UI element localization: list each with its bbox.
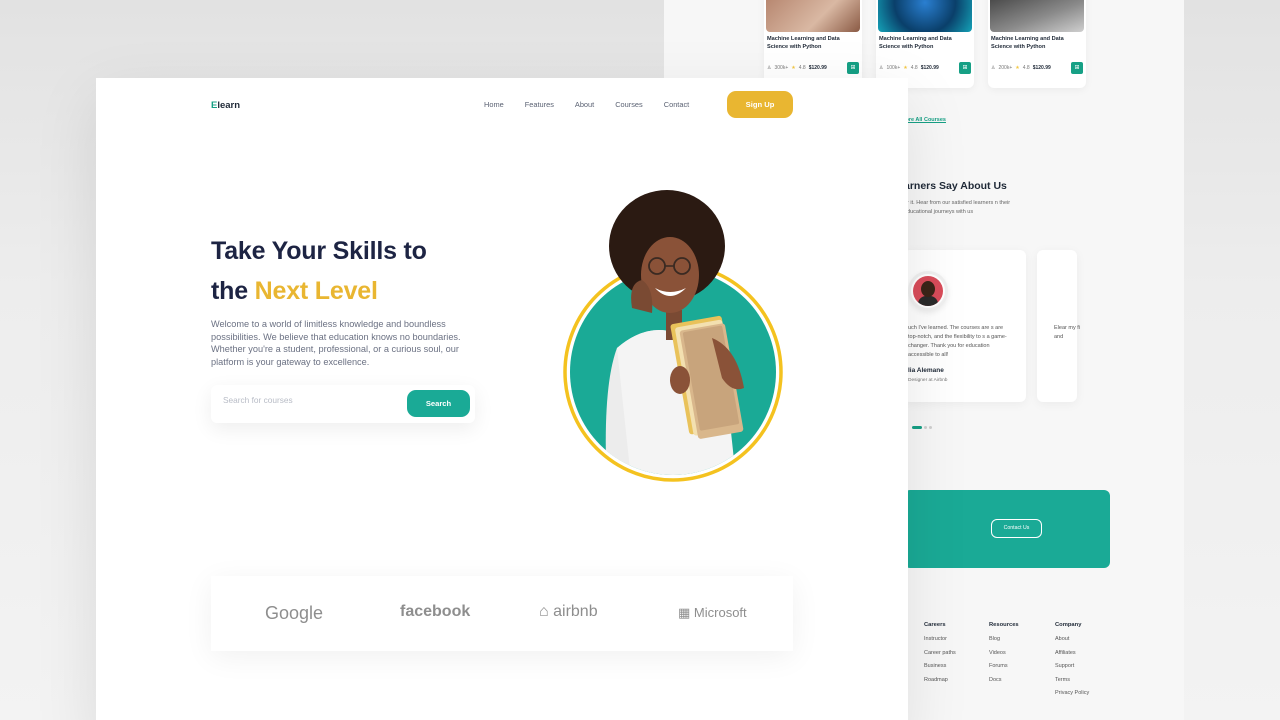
carousel-dot[interactable]	[912, 426, 922, 429]
course-students: 200k+	[998, 65, 1013, 71]
course-price: $120.99	[920, 65, 939, 71]
course-card[interactable]: Machine Learning and Data Science with P…	[876, 0, 974, 88]
course-students: 100k+	[886, 65, 901, 71]
cart-icon[interactable]: ⊞	[1071, 62, 1083, 74]
contact-us-button[interactable]: Contact Us	[991, 519, 1042, 538]
footer-column-company: Company About Affiliates Support Terms P…	[1055, 622, 1089, 704]
google-logo: Google	[265, 603, 324, 623]
star-icon: ★	[791, 65, 796, 71]
footer-column-careers: Careers Instructor Career paths Business…	[924, 622, 956, 690]
footer-heading: Careers	[924, 622, 946, 628]
airbnb-icon: ⌂	[539, 603, 549, 620]
carousel-dots[interactable]	[912, 426, 932, 429]
reviews-title: arners Say About Us	[904, 180, 1007, 192]
footer-link[interactable]: Instructor	[924, 636, 956, 642]
explore-all-courses-link[interactable]: lore All Courses	[904, 117, 946, 123]
reviews-subtitle: or it. Hear from our satisfied learners …	[904, 200, 1011, 215]
course-title: Machine Learning and Data Science with P…	[991, 36, 1064, 50]
airbnb-wordmark: airbnb	[553, 603, 598, 620]
course-students: 300k+	[774, 65, 789, 71]
user-icon: ♙	[991, 65, 996, 71]
course-rating: 4.8	[1022, 65, 1030, 71]
footer-link[interactable]: Business	[924, 663, 956, 669]
course-rating: 4.8	[798, 65, 806, 71]
course-thumbnail	[878, 0, 972, 32]
hero-title-plain: the	[211, 277, 255, 305]
course-rating: 4.8	[910, 65, 918, 71]
footer-column-resources: Resources Blog Videos Forums Docs	[989, 622, 1019, 690]
footer-link[interactable]: Blog	[989, 636, 1019, 642]
hero-title-highlight: Next Level	[254, 277, 378, 305]
carousel-dot[interactable]	[929, 426, 932, 429]
search-bar: Search	[211, 385, 475, 423]
course-card[interactable]: Machine Learning and Data Science with P…	[764, 0, 862, 88]
nav-contact[interactable]: Contact	[664, 100, 689, 109]
footer-link[interactable]: About	[1055, 636, 1089, 642]
search-input[interactable]	[223, 395, 393, 405]
star-icon: ★	[903, 65, 908, 71]
user-icon: ♙	[879, 65, 884, 71]
footer-link[interactable]: Career paths	[924, 650, 956, 656]
sign-up-button[interactable]: Sign Up	[727, 91, 793, 118]
landing-page: Elearn Home Features About Courses Conta…	[96, 78, 908, 720]
course-thumbnail	[990, 0, 1084, 32]
course-card[interactable]: Machine Learning and Data Science with P…	[988, 0, 1086, 88]
course-price: $120.99	[1032, 65, 1051, 71]
footer-link[interactable]: Videos	[989, 650, 1019, 656]
cart-icon[interactable]: ⊞	[959, 62, 971, 74]
review-text: Elear my fi and	[1054, 325, 1080, 340]
reviewer-role: Designer at Airbnb	[908, 378, 948, 383]
course-title: Machine Learning and Data Science with P…	[767, 36, 840, 50]
search-button[interactable]: Search	[407, 390, 470, 417]
nav-about[interactable]: About	[575, 100, 594, 109]
microsoft-wordmark: Microsoft	[693, 605, 747, 620]
airbnb-logo: ⌂ airbnb	[539, 603, 598, 621]
footer-heading: Company	[1055, 622, 1082, 628]
footer-link[interactable]: Terms	[1055, 677, 1089, 683]
star-icon: ★	[1015, 65, 1020, 71]
nav-home[interactable]: Home	[484, 100, 504, 109]
footer-link[interactable]: Affiliates	[1055, 650, 1089, 656]
footer-link[interactable]: Support	[1055, 663, 1089, 669]
course-thumbnail	[766, 0, 860, 32]
footer-link[interactable]: Forums	[989, 663, 1019, 669]
course-title: Machine Learning and Data Science with P…	[879, 36, 952, 50]
microsoft-icon: ▦	[678, 605, 691, 620]
course-price: $120.99	[808, 65, 827, 71]
facebook-logo: facebook	[400, 603, 471, 620]
cart-icon[interactable]: ⊞	[847, 62, 859, 74]
hero-description: Welcome to a world of limitless knowledg…	[211, 319, 461, 367]
brand-logo[interactable]: Elearn	[211, 100, 240, 111]
footer-heading: Resources	[989, 622, 1019, 628]
reviewer-name: lia Alemane	[908, 367, 944, 374]
user-icon: ♙	[767, 65, 772, 71]
microsoft-logo: ▦ Microsoft	[678, 605, 747, 621]
hero-title-line1: Take Your Skills to	[211, 237, 427, 265]
main-nav: Home Features About Courses Contact	[484, 100, 710, 109]
reviewer-avatar	[908, 271, 948, 311]
logo-text: learn	[217, 100, 241, 111]
hero-title-line2: the Next Level	[211, 277, 378, 306]
footer-link[interactable]: Roadmap	[924, 677, 956, 683]
carousel-dot[interactable]	[924, 426, 927, 429]
hero-student-image	[563, 190, 783, 482]
nav-features[interactable]: Features	[525, 100, 554, 109]
partner-logos: Google facebook ⌂ airbnb ▦ Microsoft	[211, 576, 793, 651]
footer-link[interactable]: Docs	[989, 677, 1019, 683]
nav-courses[interactable]: Courses	[615, 100, 643, 109]
footer-link[interactable]: Privacy Policy	[1055, 690, 1089, 696]
review-text: uch I've learned. The courses are s are …	[908, 325, 1007, 358]
